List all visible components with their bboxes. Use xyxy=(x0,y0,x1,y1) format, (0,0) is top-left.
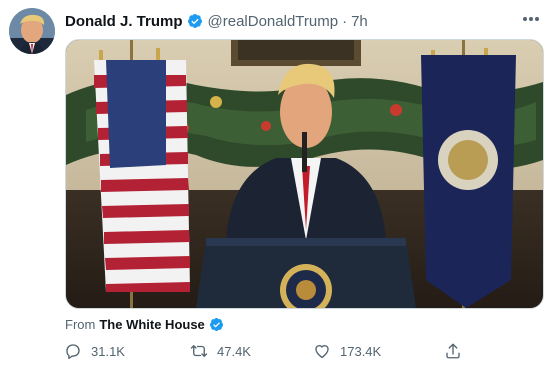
retweet-count: 47.4K xyxy=(217,343,251,359)
author-display-name[interactable]: Donald J. Trump xyxy=(65,13,183,30)
reply-icon xyxy=(66,344,80,360)
tweet-video[interactable] xyxy=(65,39,544,309)
tweet-card: Donald J. Trump @realDonaldTrump · 7h Fr… xyxy=(0,0,554,370)
verified-badge-icon xyxy=(187,13,203,29)
source-attribution: From The White House xyxy=(65,315,224,333)
source-verified-badge-icon xyxy=(209,317,224,332)
tweet-header: Donald J. Trump @realDonaldTrump · 7h xyxy=(65,10,368,32)
tweet-actions-bar: 31.1K 47.4K 173.4K xyxy=(64,341,474,361)
reply-count: 31.1K xyxy=(91,343,125,359)
video-frame-image xyxy=(66,40,543,308)
profile-photo-icon xyxy=(9,8,55,54)
author-avatar[interactable] xyxy=(9,8,55,54)
like-count: 173.4K xyxy=(340,343,382,359)
tweet-timestamp[interactable]: 7h xyxy=(351,13,368,30)
more-options-button[interactable] xyxy=(520,10,542,28)
retweet-button[interactable]: 47.4K xyxy=(190,342,251,360)
reply-button[interactable]: 31.1K xyxy=(64,342,125,360)
author-handle[interactable]: @realDonaldTrump xyxy=(208,13,339,30)
heart-icon xyxy=(315,345,329,359)
retweet-icon xyxy=(190,345,208,357)
time-separator: · xyxy=(342,12,348,30)
more-horizontal-icon xyxy=(523,17,539,21)
share-button[interactable] xyxy=(444,342,462,360)
like-button[interactable]: 173.4K xyxy=(313,342,381,360)
source-name-link[interactable]: The White House xyxy=(99,317,204,332)
share-icon xyxy=(446,343,460,359)
source-prefix: From xyxy=(65,316,96,332)
